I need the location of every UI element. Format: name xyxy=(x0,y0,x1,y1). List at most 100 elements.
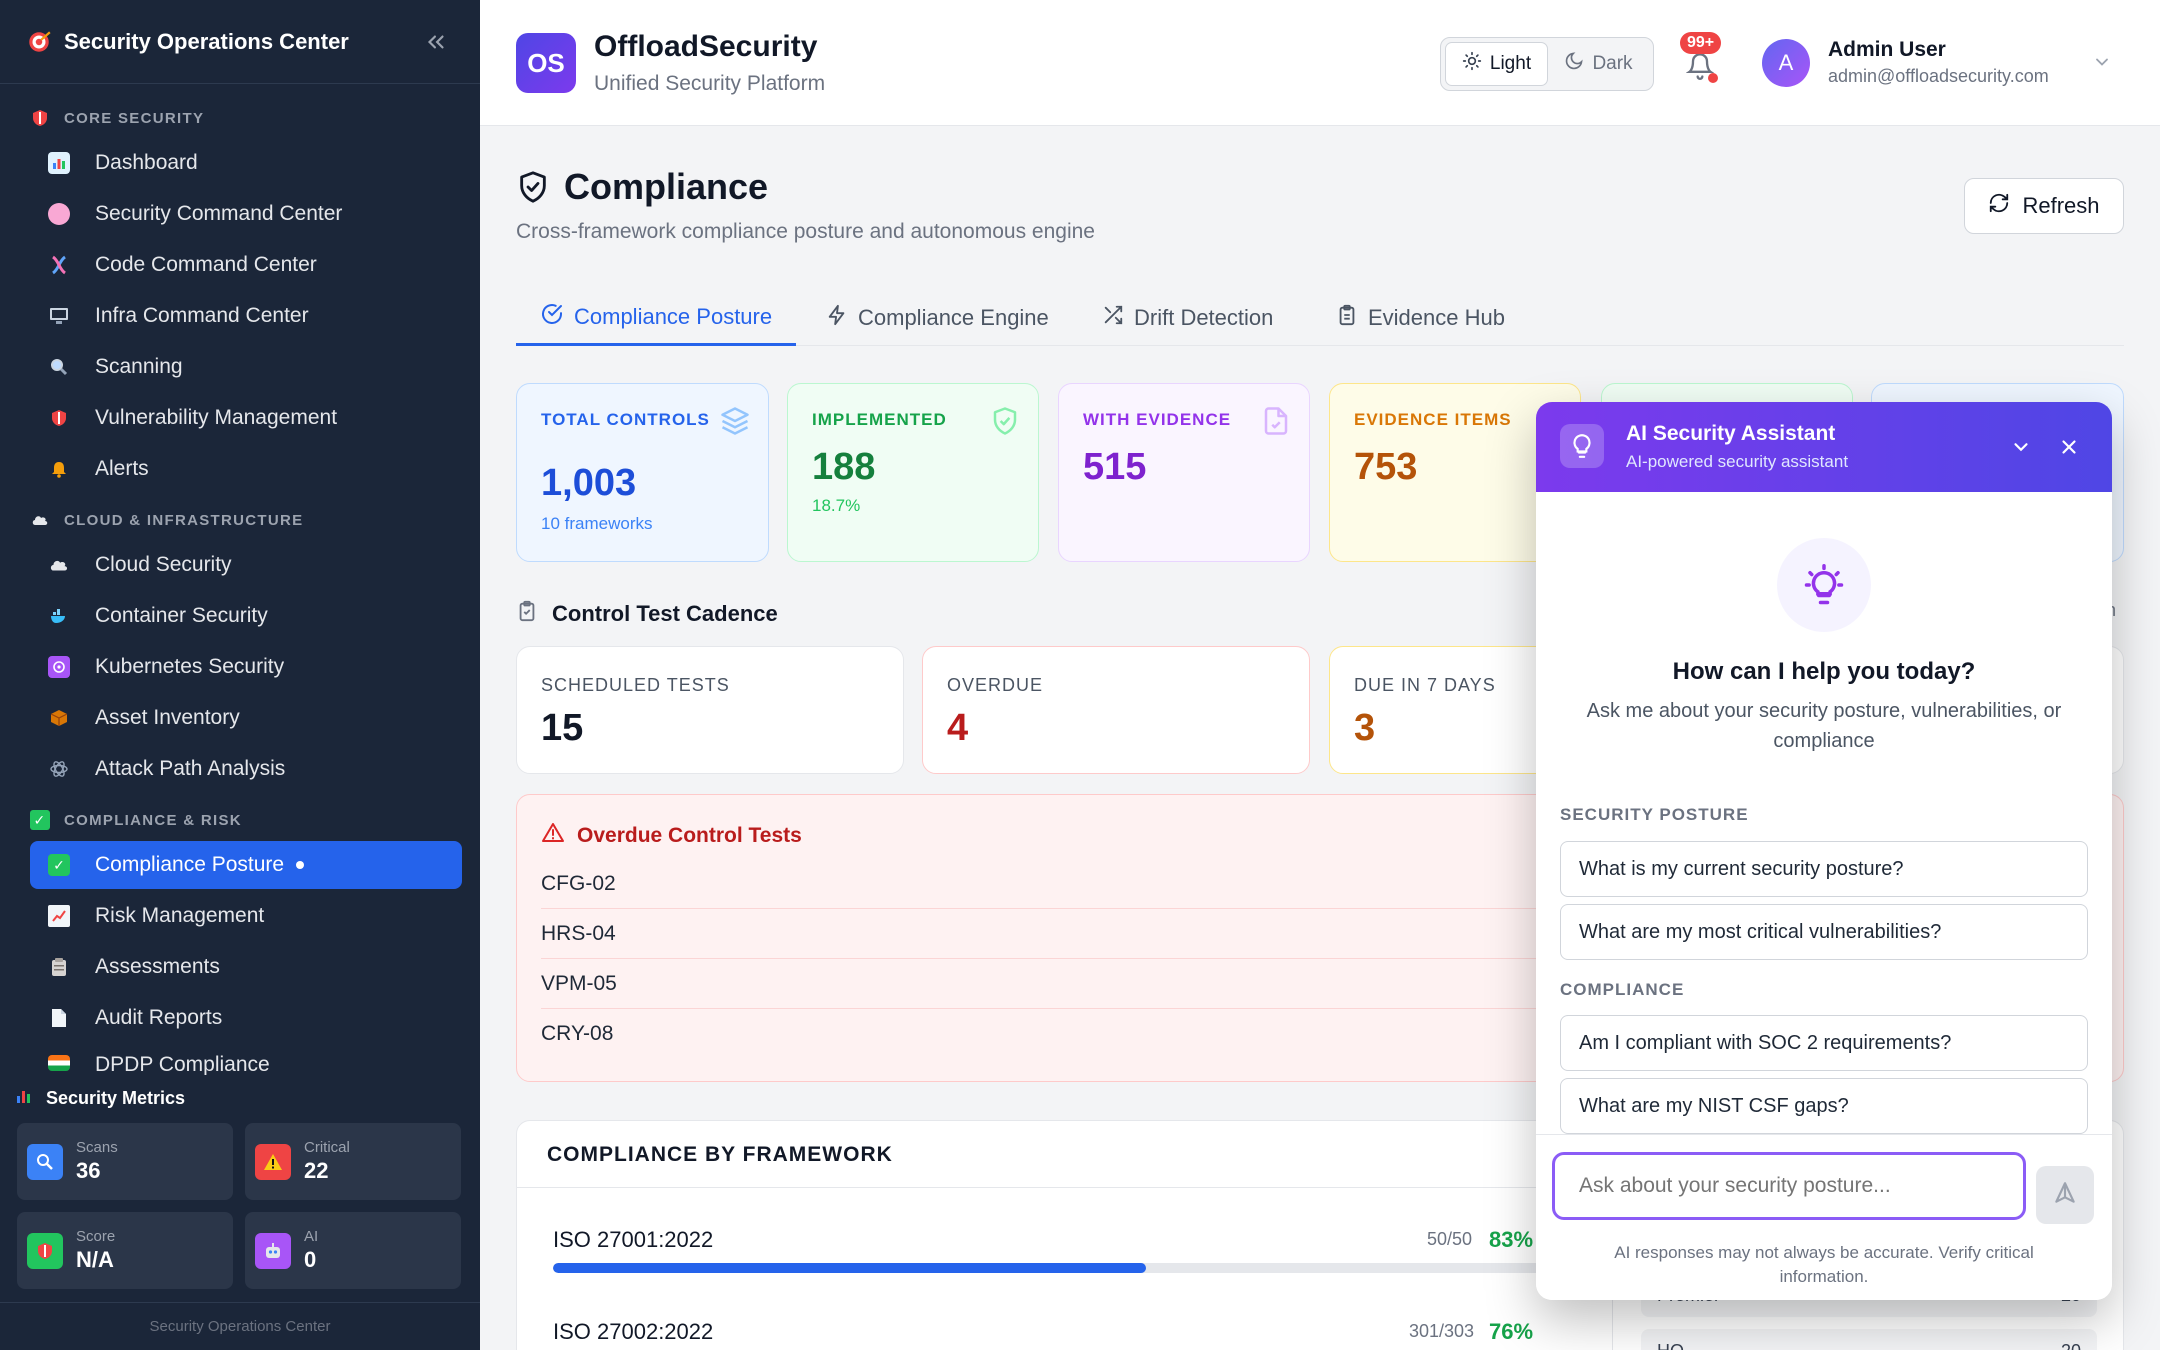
sidebar-item-code-command-center[interactable]: Code Command Center xyxy=(30,241,462,289)
india-flag-icon xyxy=(48,1055,70,1071)
document-icon xyxy=(48,1007,70,1029)
metric-scans: Scans 36 xyxy=(17,1123,233,1200)
collapse-sidebar-icon[interactable] xyxy=(416,22,456,62)
stat-subtext: 10 frameworks xyxy=(541,514,653,533)
tab-compliance-posture[interactable]: Compliance Posture xyxy=(516,290,797,346)
section-label: COMPLIANCE & RISK xyxy=(64,811,242,829)
tab-label: Compliance Posture xyxy=(574,303,773,329)
suggestion-button[interactable]: What is my current security posture? xyxy=(1560,841,2088,897)
sidebar-item-label: Container Security xyxy=(95,604,268,627)
sidebar-item-label: DPDP Compliance xyxy=(95,1053,270,1075)
close-icon[interactable] xyxy=(2054,432,2084,462)
sidebar-item-risk-management[interactable]: Risk Management xyxy=(30,892,462,940)
avatar[interactable]: A xyxy=(1762,39,1810,87)
sidebar-item-label: Attack Path Analysis xyxy=(95,757,286,780)
tab-evidence-hub[interactable]: Evidence Hub xyxy=(1336,290,1505,346)
stat-label: TOTAL CONTROLS xyxy=(541,410,710,429)
sidebar-item-label: Audit Reports xyxy=(95,1006,223,1029)
notification-dot xyxy=(1708,73,1718,83)
sidebar-footer: Security Operations Center xyxy=(0,1302,480,1350)
stat-label: IMPLEMENTED xyxy=(812,410,947,429)
sidebar-item-vulnerability-management[interactable]: Vulnerability Management xyxy=(30,394,462,442)
sidebar-item-assessments[interactable]: Assessments xyxy=(30,943,462,991)
sidebar-item-dpdp-compliance[interactable]: DPDP Compliance xyxy=(30,1045,462,1075)
sidebar-item-cloud-security[interactable]: Cloud Security xyxy=(30,541,462,589)
user-email: admin@offloadsecurity.com xyxy=(1828,66,2049,86)
brand-logo: OS xyxy=(516,33,576,93)
summary-row: HO 20 xyxy=(1641,1329,2097,1350)
file-check-icon xyxy=(1261,406,1291,436)
framework-name[interactable]: ISO 27001:2022 xyxy=(553,1227,713,1253)
ai-assistant-title: AI Security Assistant xyxy=(1626,422,1836,445)
sidebar-item-security-command-center[interactable]: Security Command Center xyxy=(30,190,462,238)
framework-progress-bar xyxy=(553,1263,1593,1273)
theme-toggle: Light Dark xyxy=(1440,37,1654,91)
suggestion-button[interactable]: Am I compliant with SOC 2 requirements? xyxy=(1560,1015,2088,1071)
send-button[interactable] xyxy=(2036,1166,2094,1224)
refresh-button[interactable]: Refresh xyxy=(1964,178,2124,234)
theme-light-button[interactable]: Light xyxy=(1445,42,1548,86)
tab-label: Compliance Engine xyxy=(858,305,1049,330)
security-metrics-label: Security Metrics xyxy=(46,1088,186,1108)
shield-check-icon xyxy=(990,406,1020,436)
chevron-down-icon[interactable] xyxy=(2006,432,2036,462)
suggestion-button[interactable]: What are my NIST CSF gaps? xyxy=(1560,1078,2088,1134)
ai-assistant-panel: AI Security Assistant AI-powered securit… xyxy=(1536,402,2112,1300)
cadence-value: 3 xyxy=(1354,707,1376,749)
sidebar-item-asset-inventory[interactable]: Asset Inventory xyxy=(30,694,462,742)
section-compliance-risk: ✓ COMPLIANCE & RISK xyxy=(30,810,242,830)
framework-count: 50/50 xyxy=(1427,1229,1473,1249)
framework-percent: 76% xyxy=(1489,1319,1534,1344)
robot-icon xyxy=(255,1232,291,1269)
moon-icon xyxy=(1564,51,1584,77)
metric-score: Score N/A xyxy=(17,1212,233,1289)
ai-input-area: AI responses may not always be accurate.… xyxy=(1536,1134,2112,1300)
suggestion-category-label: COMPLIANCE xyxy=(1560,980,1685,999)
ai-greeting: How can I help you today? xyxy=(1672,658,1976,685)
security-metrics-panel: Security Metrics Scans 36 Critical 22 Scor… xyxy=(0,1080,480,1300)
cadence-title-label: Control Test Cadence xyxy=(552,601,778,626)
suggestion-button[interactable]: What are my most critical vulnerabilitie… xyxy=(1560,904,2088,960)
sidebar-item-kubernetes-security[interactable]: Kubernetes Security xyxy=(30,643,462,691)
sidebar-item-label: Risk Management xyxy=(95,904,265,927)
ai-assistant-subtitle: AI-powered security assistant xyxy=(1626,452,1849,471)
sidebar-item-compliance-posture[interactable]: ✓ Compliance Posture xyxy=(30,841,462,889)
sidebar-item-alerts[interactable]: Alerts xyxy=(30,445,462,493)
tab-bar: Compliance Posture Compliance Engine Dri… xyxy=(516,290,2124,346)
tab-compliance-engine[interactable]: Compliance Engine xyxy=(826,290,1049,346)
divider xyxy=(517,1187,1615,1188)
ai-chat-input[interactable] xyxy=(1552,1152,2026,1220)
compliance-by-framework-panel: COMPLIANCE BY FRAMEWORK ISO 27001:2022 5… xyxy=(516,1120,1616,1350)
tab-drift-detection[interactable]: Drift Detection xyxy=(1102,290,1273,346)
metric-ai: AI 0 xyxy=(245,1212,461,1289)
sidebar-item-scanning[interactable]: Scanning xyxy=(30,343,462,391)
cadence-label: OVERDUE xyxy=(947,675,1044,695)
cadence-value: 4 xyxy=(947,707,969,749)
layers-icon xyxy=(720,406,750,436)
magnifier-icon xyxy=(27,1143,63,1180)
notification-count-badge: 99+ xyxy=(1680,32,1722,54)
sidebar-item-infra-command-center[interactable]: Infra Command Center xyxy=(30,292,462,340)
cadence-value: 15 xyxy=(541,707,584,749)
sidebar-item-container-security[interactable]: Container Security xyxy=(30,592,462,640)
kubernetes-icon xyxy=(48,656,70,678)
sun-icon xyxy=(1462,51,1482,77)
stat-card-with-evidence: WITH EVIDENCE 515 xyxy=(1058,383,1310,562)
check-circle-icon xyxy=(540,302,564,332)
sidebar-title: Security Operations Center xyxy=(64,28,349,54)
sidebar-item-audit-reports[interactable]: Audit Reports xyxy=(30,994,462,1042)
shield-icon xyxy=(27,1232,63,1269)
sidebar-item-dashboard[interactable]: Dashboard xyxy=(30,139,462,187)
framework-name[interactable]: ISO 27002:2022 xyxy=(553,1319,713,1345)
atom-icon xyxy=(48,758,70,780)
trend-chart-icon xyxy=(48,905,70,927)
brand-tagline: Unified Security Platform xyxy=(594,72,826,95)
clipboard-icon xyxy=(48,956,70,978)
user-name[interactable]: Admin User xyxy=(1828,38,1946,62)
chevron-down-icon[interactable] xyxy=(2088,48,2116,76)
metric-value: 36 xyxy=(76,1158,101,1183)
sidebar-item-label: Asset Inventory xyxy=(95,706,240,729)
sidebar-item-attack-path-analysis[interactable]: Attack Path Analysis xyxy=(30,745,462,793)
theme-light-label: Light xyxy=(1489,53,1532,74)
theme-dark-button[interactable]: Dark xyxy=(1548,42,1649,86)
